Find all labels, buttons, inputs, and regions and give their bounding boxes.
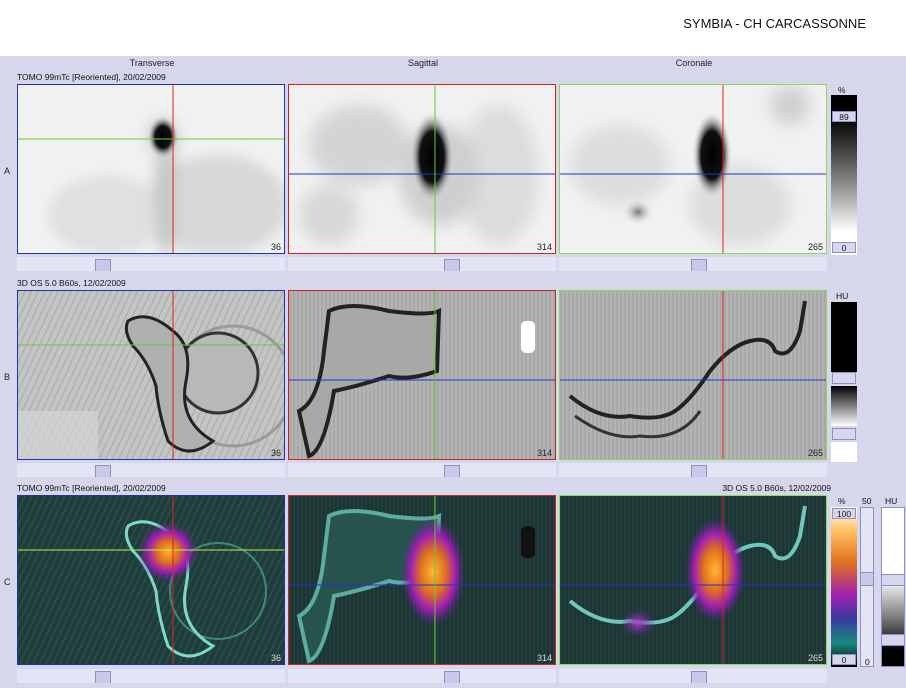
scale-b-upper-handle[interactable]	[832, 372, 856, 384]
scale-c-min-value[interactable]: 0	[832, 654, 856, 665]
slider-thumb[interactable]	[691, 259, 707, 271]
scale-c-mid-value: 50	[862, 496, 872, 506]
ct-transverse-image	[18, 291, 284, 459]
row-b-series-info: 3D OS 5.0 B60s, 12/02/2009	[17, 278, 126, 288]
slice-number: 36	[270, 653, 281, 663]
slice-number: 265	[807, 242, 823, 252]
scale-c-blend-slider[interactable]	[860, 507, 874, 667]
row-c-series-info-right: 3D OS 5.0 B60s, 12/02/2009	[722, 483, 831, 493]
scale-a-min-value[interactable]: 0	[832, 242, 856, 253]
row-b-label: B	[4, 372, 11, 382]
slider-thumb[interactable]	[691, 671, 707, 683]
scale-b-upper-bar[interactable]	[831, 302, 857, 372]
viewport-b-sagittal[interactable]: 314	[288, 290, 556, 460]
slice-slider-a-sagittal[interactable]	[288, 257, 556, 271]
fusion-sagittal-image	[289, 496, 555, 664]
viewport-c-coronal[interactable]: 265	[559, 495, 827, 665]
scale-c-hu-bar[interactable]	[881, 507, 905, 667]
slice-slider-c-transverse[interactable]	[17, 669, 285, 683]
brand-label: SYMBIA - CH CARCASSONNE	[683, 16, 866, 31]
scale-b-gradient-bar[interactable]	[831, 386, 857, 426]
slice-number: 36	[270, 242, 281, 252]
spect-sagittal-image	[289, 85, 555, 253]
slice-slider-a-coronal[interactable]	[559, 257, 827, 271]
fusion-transverse-image	[18, 496, 284, 664]
viewport-a-sagittal[interactable]: 314	[288, 84, 556, 254]
slice-slider-b-transverse[interactable]	[17, 463, 285, 477]
slider-thumb[interactable]	[95, 465, 111, 477]
viewport-b-coronal[interactable]: 265	[559, 290, 827, 460]
row-a-series-info: TOMO 99mTc [Reoriented], 20/02/2009	[17, 72, 166, 82]
slice-number: 314	[536, 653, 552, 663]
row-a-label: A	[4, 166, 11, 176]
scale-a-max-value[interactable]: 89	[832, 111, 856, 122]
row-c-label: C	[4, 577, 11, 587]
slice-slider-b-coronal[interactable]	[559, 463, 827, 477]
slider-thumb[interactable]	[95, 671, 111, 683]
fusion-coronal-image	[560, 496, 826, 664]
scale-b-lower-handle[interactable]	[832, 428, 856, 440]
slice-slider-a-transverse[interactable]	[17, 257, 285, 271]
column-title-transverse: Transverse	[129, 58, 175, 68]
slider-thumb[interactable]	[444, 671, 460, 683]
column-title-sagittal: Sagittal	[407, 58, 439, 68]
slice-number: 314	[536, 242, 552, 252]
title-bar: SYMBIA - CH CARCASSONNE	[0, 0, 906, 56]
slice-number: 314	[536, 448, 552, 458]
slider-thumb[interactable]	[444, 465, 460, 477]
slice-slider-c-coronal[interactable]	[559, 669, 827, 683]
slice-slider-b-sagittal[interactable]	[288, 463, 556, 477]
slider-thumb[interactable]	[444, 259, 460, 271]
scale-a-unit: %	[838, 85, 846, 95]
viewport-c-transverse[interactable]: 36	[17, 495, 285, 665]
ct-sagittal-image	[289, 291, 555, 459]
spect-coronal-image	[560, 85, 826, 253]
scale-c-unit: %	[838, 496, 846, 506]
ct-coronal-image	[560, 291, 826, 459]
viewport-b-transverse[interactable]: 36	[17, 290, 285, 460]
slider-thumb[interactable]	[95, 259, 111, 271]
spect-transverse-image	[18, 85, 284, 253]
column-title-coronal: Coronale	[675, 58, 713, 68]
slice-number: 265	[807, 653, 823, 663]
row-c-series-info-left: TOMO 99mTc [Reoriented], 20/02/2009	[17, 483, 166, 493]
blend-slider-thumb[interactable]	[860, 572, 874, 586]
viewport-a-transverse[interactable]: 36	[17, 84, 285, 254]
scale-c-color-bar[interactable]	[831, 507, 857, 667]
hu-upper-handle[interactable]	[881, 574, 905, 586]
scale-b-white-bar	[831, 442, 857, 462]
slice-number: 265	[807, 448, 823, 458]
scale-b-unit: HU	[836, 291, 849, 301]
viewport-c-sagittal[interactable]: 314	[288, 495, 556, 665]
scale-c-unit2: HU	[885, 496, 898, 506]
scale-c-min2-value: 0	[865, 657, 870, 667]
scale-c-max-value[interactable]: 100	[832, 508, 856, 519]
slider-thumb[interactable]	[691, 465, 707, 477]
viewport-a-coronal[interactable]: 265	[559, 84, 827, 254]
hu-lower-handle[interactable]	[881, 634, 905, 646]
slice-slider-c-sagittal[interactable]	[288, 669, 556, 683]
slice-number: 36	[270, 448, 281, 458]
